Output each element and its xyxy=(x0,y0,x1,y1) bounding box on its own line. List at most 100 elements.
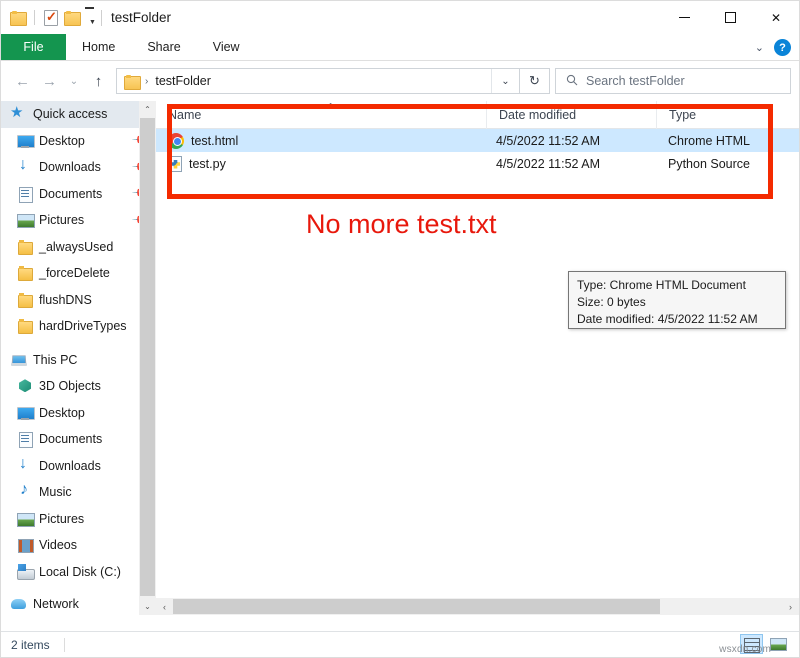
column-label: Type xyxy=(669,108,696,122)
status-divider xyxy=(64,638,65,652)
search-box[interactable]: Search testFolder xyxy=(555,68,791,94)
sidebar-group-label: This PC xyxy=(33,353,77,367)
tab-file[interactable]: File xyxy=(1,34,66,60)
sidebar-item-pc-documents[interactable]: Documents xyxy=(1,426,156,453)
sidebar-item-3d-objects[interactable]: 3D Objects xyxy=(1,373,156,400)
column-header-name[interactable]: Name ⌃ xyxy=(156,101,486,129)
file-name: test.html xyxy=(191,134,238,148)
scroll-left-icon[interactable]: ‹ xyxy=(156,598,173,615)
sidebar-item-label: flushDNS xyxy=(39,293,92,307)
sidebar-item-label: Pictures xyxy=(39,512,84,526)
computer-icon xyxy=(11,352,27,368)
window-controls: ✕ xyxy=(661,1,799,34)
file-name: test.py xyxy=(189,157,226,171)
address-bar-row: ← → ⌄ ↑ › testFolder ⌄ ↻ Search testFold… xyxy=(1,61,799,101)
sidebar-item-force-delete[interactable]: _forceDelete xyxy=(1,260,156,287)
file-rows: test.html 4/5/2022 11:52 AM Chrome HTML … xyxy=(156,129,799,175)
new-folder-icon[interactable] xyxy=(64,11,79,24)
3d-objects-icon xyxy=(17,378,33,394)
folder-icon xyxy=(17,239,33,255)
scroll-down-icon[interactable]: ⌄ xyxy=(139,598,156,615)
sidebar-group-network[interactable]: Network xyxy=(1,591,156,615)
up-button[interactable]: ↑ xyxy=(85,67,112,95)
watermark: wsxdn.com xyxy=(719,644,771,655)
breadcrumb-path[interactable]: testFolder xyxy=(155,74,491,88)
video-icon xyxy=(17,537,33,553)
customize-dropdown-icon[interactable] xyxy=(85,7,96,28)
help-icon[interactable]: ? xyxy=(774,39,791,56)
sidebar-item-pc-pictures[interactable]: Pictures xyxy=(1,506,156,533)
column-header-type[interactable]: Type xyxy=(656,101,796,129)
sidebar-item-label: Pictures xyxy=(39,213,84,227)
toolbar-divider xyxy=(34,10,35,25)
sidebar-group-quick-access[interactable]: Quick access xyxy=(1,101,156,128)
document-icon xyxy=(17,431,33,447)
column-label: Date modified xyxy=(499,108,576,122)
expand-ribbon-icon[interactable]: ⌄ xyxy=(755,41,764,54)
column-header-row: Name ⌃ Date modified Type xyxy=(156,101,799,129)
sidebar-item-always-used[interactable]: _alwaysUsed xyxy=(1,234,156,261)
ribbon-actions: ⌄ ? xyxy=(755,34,791,61)
file-date: 4/5/2022 11:52 AM xyxy=(486,134,656,148)
back-button[interactable]: ← xyxy=(9,67,36,95)
tab-share[interactable]: Share xyxy=(131,34,196,60)
close-button[interactable]: ✕ xyxy=(753,1,799,34)
sidebar-item-flushdns[interactable]: flushDNS xyxy=(1,287,156,314)
scroll-right-icon[interactable]: › xyxy=(782,598,799,615)
music-icon xyxy=(17,484,33,500)
sidebar-item-label: Downloads xyxy=(39,459,101,473)
sidebar-item-pictures[interactable]: Pictures 📌 xyxy=(1,207,156,234)
file-type: Chrome HTML xyxy=(656,134,796,148)
scroll-up-icon[interactable]: ⌃ xyxy=(139,101,156,118)
scrollbar-thumb[interactable] xyxy=(140,118,155,596)
ribbon-tab-bar: File Home Share View ⌄ ? xyxy=(1,34,799,61)
search-input[interactable]: Search testFolder xyxy=(586,74,685,88)
sidebar-item-hard-drive-types[interactable]: hardDriveTypes xyxy=(1,313,156,340)
horizontal-scrollbar[interactable]: ‹ › xyxy=(156,598,799,615)
forward-button[interactable]: → xyxy=(36,67,63,95)
sidebar-item-videos[interactable]: Videos xyxy=(1,532,156,559)
sidebar-group-label: Quick access xyxy=(33,107,107,121)
scrollbar-track[interactable] xyxy=(173,598,782,615)
sidebar-item-label: Videos xyxy=(39,538,77,552)
refresh-button[interactable]: ↻ xyxy=(520,68,550,94)
python-file-icon xyxy=(168,156,182,172)
sidebar-item-local-disk-c[interactable]: Local Disk (C:) xyxy=(1,559,156,586)
address-bar[interactable]: › testFolder ⌄ xyxy=(116,68,520,94)
address-dropdown-icon[interactable]: ⌄ xyxy=(491,69,519,93)
sidebar-item-pc-downloads[interactable]: Downloads xyxy=(1,453,156,480)
file-name-cell: test.html xyxy=(156,133,486,149)
sidebar-item-desktop[interactable]: Desktop 📌 xyxy=(1,128,156,155)
file-tooltip: Type: Chrome HTML Document Size: 0 bytes… xyxy=(568,271,786,329)
sidebar-group-label: Network xyxy=(33,597,79,611)
sidebar-item-music[interactable]: Music xyxy=(1,479,156,506)
sidebar-group-this-pc[interactable]: This PC xyxy=(1,347,156,374)
tab-home[interactable]: Home xyxy=(66,34,131,60)
folder-icon[interactable] xyxy=(10,11,25,24)
quick-access-toolbar xyxy=(1,7,96,28)
sidebar-item-downloads[interactable]: Downloads 📌 xyxy=(1,154,156,181)
file-type: Python Source xyxy=(656,157,796,171)
search-icon xyxy=(566,74,578,89)
sidebar-item-label: 3D Objects xyxy=(39,379,101,393)
navigation-pane-scrollbar[interactable]: ⌃ ⌄ xyxy=(139,101,156,615)
chrome-icon xyxy=(168,133,184,149)
sidebar-item-label: hardDriveTypes xyxy=(39,319,127,333)
sidebar-item-pc-desktop[interactable]: Desktop xyxy=(1,400,156,427)
table-row[interactable]: test.py 4/5/2022 11:52 AM Python Source xyxy=(156,152,799,175)
table-row[interactable]: test.html 4/5/2022 11:52 AM Chrome HTML xyxy=(156,129,799,152)
scrollbar-thumb[interactable] xyxy=(173,599,660,614)
address-folder-icon xyxy=(124,75,139,88)
sidebar-item-label: Local Disk (C:) xyxy=(39,565,121,579)
tooltip-size: Size: 0 bytes xyxy=(577,294,777,311)
minimize-button[interactable] xyxy=(661,1,707,34)
download-icon xyxy=(17,458,33,474)
properties-icon[interactable] xyxy=(44,10,58,26)
file-list-pane: Name ⌃ Date modified Type test.html 4/5/… xyxy=(156,101,799,615)
tab-view[interactable]: View xyxy=(197,34,256,60)
sidebar-item-documents[interactable]: Documents 📌 xyxy=(1,181,156,208)
download-icon xyxy=(17,159,33,175)
maximize-button[interactable] xyxy=(707,1,753,34)
recent-locations-button[interactable]: ⌄ xyxy=(63,67,85,95)
column-header-date-modified[interactable]: Date modified xyxy=(486,101,656,129)
